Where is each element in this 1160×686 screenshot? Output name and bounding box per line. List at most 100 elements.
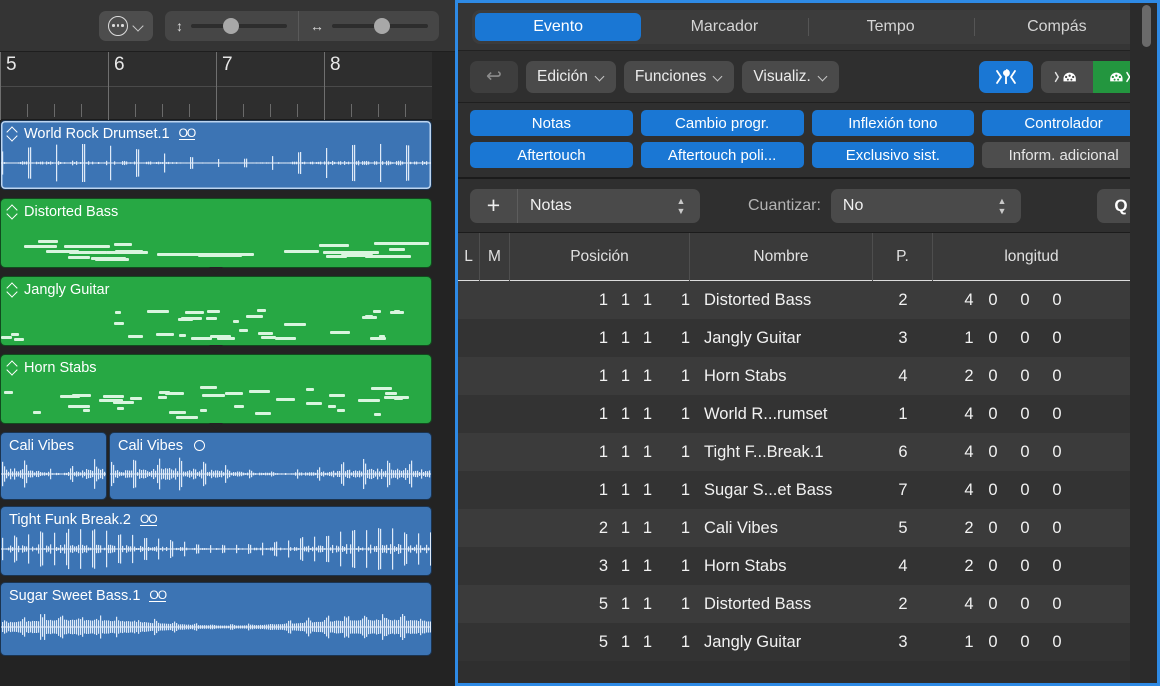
chevron-updown-icon[interactable] bbox=[6, 204, 18, 219]
chevron-updown-icon[interactable] bbox=[6, 126, 18, 141]
cell-posicion[interactable]: 5111 bbox=[510, 623, 690, 661]
cell-l[interactable] bbox=[458, 623, 480, 661]
cell-longitud[interactable]: 2000 bbox=[933, 357, 1130, 395]
table-row[interactable]: 1111Distorted Bass24000 bbox=[458, 281, 1157, 319]
chevron-updown-icon[interactable] bbox=[6, 360, 18, 375]
cell-p[interactable]: 3 bbox=[873, 623, 933, 661]
cell-p[interactable]: 5 bbox=[873, 509, 933, 547]
cell-posicion[interactable]: 2111 bbox=[510, 509, 690, 547]
cell-longitud[interactable]: 4000 bbox=[933, 395, 1130, 433]
cell-posicion[interactable]: 1111 bbox=[510, 395, 690, 433]
table-row[interactable]: 1111World R...rumset14000 bbox=[458, 395, 1157, 433]
cell-l[interactable] bbox=[458, 547, 480, 585]
cell-p[interactable]: 3 bbox=[873, 319, 933, 357]
table-row[interactable]: 3111Horn Stabs42000 bbox=[458, 547, 1157, 585]
filter-exclusivosist[interactable]: Exclusivo sist. bbox=[812, 142, 975, 168]
cell-nombre[interactable]: Tight F...Break.1 bbox=[690, 433, 873, 471]
hierarchy-up-button[interactable]: ↩ bbox=[470, 61, 518, 93]
cell-longitud[interactable]: 2000 bbox=[933, 547, 1130, 585]
region[interactable]: Cali Vibes bbox=[0, 432, 107, 500]
table-row[interactable]: 5111Jangly Guitar31000 bbox=[458, 623, 1157, 661]
cell-m[interactable] bbox=[480, 395, 510, 433]
stepper-icon[interactable]: ▲▼ bbox=[991, 197, 1013, 215]
column-header-p[interactable]: P. bbox=[873, 233, 933, 281]
cell-posicion[interactable]: 3111 bbox=[510, 547, 690, 585]
catch-playhead-button[interactable] bbox=[979, 61, 1033, 93]
cell-m[interactable] bbox=[480, 585, 510, 623]
cell-posicion[interactable]: 1111 bbox=[510, 319, 690, 357]
cell-nombre[interactable]: Horn Stabs bbox=[690, 547, 873, 585]
cell-m[interactable] bbox=[480, 281, 510, 319]
region[interactable]: Cali Vibes bbox=[109, 432, 432, 500]
cell-nombre[interactable]: Distorted Bass bbox=[690, 585, 873, 623]
region[interactable]: Horn Stabs bbox=[0, 354, 432, 424]
add-event-combo[interactable]: + Notas ▲▼ bbox=[470, 189, 700, 223]
cell-l[interactable] bbox=[458, 319, 480, 357]
cell-nombre[interactable]: Cali Vibes bbox=[690, 509, 873, 547]
cell-nombre[interactable]: World R...rumset bbox=[690, 395, 873, 433]
cell-nombre[interactable]: Distorted Bass bbox=[690, 281, 873, 319]
track-lanes[interactable]: World Rock Drumset.1OODistorted BassJang… bbox=[0, 120, 455, 686]
add-event-button[interactable]: + bbox=[470, 189, 518, 223]
cell-l[interactable] bbox=[458, 471, 480, 509]
cell-longitud[interactable]: 4000 bbox=[933, 281, 1130, 319]
cell-m[interactable] bbox=[480, 433, 510, 471]
cell-m[interactable] bbox=[480, 471, 510, 509]
cell-longitud[interactable]: 2000 bbox=[933, 509, 1130, 547]
cell-m[interactable] bbox=[480, 357, 510, 395]
cell-nombre[interactable]: Jangly Guitar bbox=[690, 319, 873, 357]
scrollbar-thumb[interactable] bbox=[1142, 5, 1151, 47]
vertical-zoom-track[interactable] bbox=[191, 24, 287, 28]
cell-m[interactable] bbox=[480, 623, 510, 661]
tab-comps[interactable]: Compás bbox=[974, 13, 1140, 41]
loop-icon[interactable]: OO bbox=[140, 514, 157, 526]
region[interactable]: Jangly Guitar bbox=[0, 276, 432, 346]
tab-evento[interactable]: Evento bbox=[475, 13, 641, 41]
table-row[interactable]: 2111Cali Vibes52000 bbox=[458, 509, 1157, 547]
cell-m[interactable] bbox=[480, 319, 510, 357]
region[interactable]: Sugar Sweet Bass.1OO bbox=[0, 582, 432, 656]
vertical-scrollbar[interactable] bbox=[1130, 3, 1157, 683]
event-table-body[interactable]: 1111Distorted Bass240001111Jangly Guitar… bbox=[458, 281, 1157, 661]
loop-icon[interactable]: OO bbox=[179, 128, 196, 140]
filter-cambioprogr[interactable]: Cambio progr. bbox=[641, 110, 804, 136]
cell-l[interactable] bbox=[458, 433, 480, 471]
cell-posicion[interactable]: 1111 bbox=[510, 357, 690, 395]
loop-icon[interactable]: OO bbox=[149, 590, 166, 602]
menu-edicion[interactable]: Edición bbox=[526, 61, 616, 93]
chevron-updown-icon[interactable] bbox=[6, 282, 18, 297]
horizontal-zoom-track[interactable] bbox=[332, 24, 428, 28]
cell-longitud[interactable]: 4000 bbox=[933, 585, 1130, 623]
cell-longitud[interactable]: 4000 bbox=[933, 433, 1130, 471]
filter-notas[interactable]: Notas bbox=[470, 110, 633, 136]
filter-controlador[interactable]: Controlador bbox=[982, 110, 1145, 136]
cell-m[interactable] bbox=[480, 509, 510, 547]
cell-longitud[interactable]: 4000 bbox=[933, 471, 1130, 509]
table-row[interactable]: 1111Jangly Guitar31000 bbox=[458, 319, 1157, 357]
cell-p[interactable]: 2 bbox=[873, 585, 933, 623]
cell-p[interactable]: 7 bbox=[873, 471, 933, 509]
bar-ruler[interactable]: 5678 bbox=[0, 52, 455, 120]
filter-aftertouch[interactable]: Aftertouch bbox=[470, 142, 633, 168]
filter-inflexintono[interactable]: Inflexión tono bbox=[812, 110, 975, 136]
cell-p[interactable]: 2 bbox=[873, 281, 933, 319]
cell-longitud[interactable]: 1000 bbox=[933, 623, 1130, 661]
cell-m[interactable] bbox=[480, 547, 510, 585]
horizontal-zoom-knob[interactable] bbox=[374, 18, 390, 34]
cell-p[interactable]: 4 bbox=[873, 357, 933, 395]
cell-p[interactable]: 6 bbox=[873, 433, 933, 471]
menu-visualiz[interactable]: Visualiz. bbox=[742, 61, 838, 93]
cell-longitud[interactable]: 1000 bbox=[933, 319, 1130, 357]
table-row[interactable]: 1111Sugar S...et Bass74000 bbox=[458, 471, 1157, 509]
region[interactable]: Distorted Bass bbox=[0, 198, 432, 268]
cell-posicion[interactable]: 1111 bbox=[510, 281, 690, 319]
region[interactable]: Tight Funk Break.2OO bbox=[0, 506, 432, 576]
event-type-filters[interactable]: Notas Cambio progr. Inflexión tono Controla… bbox=[458, 103, 1157, 179]
more-options-button[interactable] bbox=[99, 11, 153, 41]
vertical-zoom-slider[interactable]: ↕ bbox=[165, 11, 298, 41]
tab-tempo[interactable]: Tempo bbox=[808, 13, 974, 41]
table-row[interactable]: 1111Horn Stabs42000 bbox=[458, 357, 1157, 395]
stepper-icon[interactable]: ▲▼ bbox=[670, 197, 692, 215]
cell-nombre[interactable]: Jangly Guitar bbox=[690, 623, 873, 661]
cell-p[interactable]: 1 bbox=[873, 395, 933, 433]
